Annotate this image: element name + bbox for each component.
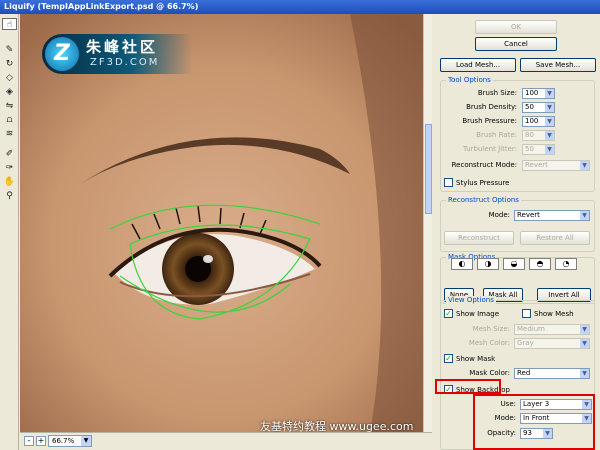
- window-title: Liquify (TempIAppLinkExport.psd @ 66.7%): [0, 0, 600, 14]
- mesh-color-value: Gray: [517, 339, 534, 347]
- reconstruct-mode2-value: Revert: [517, 211, 540, 219]
- load-mesh-button[interactable]: Load Mesh...: [440, 58, 516, 72]
- chevron-down-icon[interactable]: ▼: [580, 211, 589, 220]
- cancel-button[interactable]: Cancel: [475, 37, 557, 51]
- backdrop-settings-highlight: [473, 394, 595, 450]
- brush-density-value: 50: [525, 103, 534, 111]
- brush-pressure-label: Brush Pressure:: [462, 117, 517, 125]
- mesh-color-select: Gray ▼: [514, 338, 590, 349]
- save-mesh-button[interactable]: Save Mesh...: [520, 58, 596, 72]
- chevron-down-icon[interactable]: ▼: [545, 103, 554, 112]
- mask-replace-icon[interactable]: ◐: [451, 258, 473, 270]
- show-mesh-label: Show Mesh: [534, 310, 574, 318]
- show-mask-label: Show Mask: [456, 355, 496, 363]
- reconstruct-mode-label: Reconstruct Mode:: [451, 161, 517, 169]
- mask-color-value: Red: [517, 369, 531, 377]
- brush-density-label: Brush Density:: [466, 103, 517, 111]
- mask-color-label: Mask Color:: [469, 369, 510, 377]
- reconstruct-mode-select: Revert ▼: [522, 160, 590, 171]
- zoom-in-button[interactable]: +: [36, 436, 46, 446]
- brush-pressure-field[interactable]: 100 ▼: [522, 116, 555, 127]
- show-image-label: Show Image: [456, 310, 500, 318]
- reconstruct-mode2-select[interactable]: Revert ▼: [514, 210, 590, 221]
- stylus-pressure-label: Stylus Pressure: [456, 179, 510, 187]
- mesh-size-select: Medium ▼: [514, 324, 590, 335]
- zoom-select[interactable]: 66.7% ▼: [48, 435, 92, 447]
- mask-subtract-icon[interactable]: ◒: [503, 258, 525, 270]
- reconstruct-options-title: Reconstruct Options: [446, 196, 521, 204]
- reconstruct-options-group: Reconstruct Options Mode: Revert ▼ Recons…: [440, 196, 595, 252]
- stylus-pressure-checkbox[interactable]: [444, 178, 453, 187]
- mask-invert-icon[interactable]: ◔: [555, 258, 577, 270]
- push-left-icon[interactable]: ⇋: [2, 100, 17, 112]
- brush-rate-label: Brush Rate:: [476, 131, 517, 139]
- mesh-color-label: Mesh Color:: [468, 339, 510, 347]
- brush-size-label: Brush Size:: [477, 89, 517, 97]
- tool-bar: ☝ ✎ ↻ ◇ ◈ ⇋ ⩍ ≋ ✐ ✑ ✋ ⚲: [0, 14, 19, 450]
- thaw-mask-icon[interactable]: ✑: [2, 162, 17, 174]
- scrollbar-thumb[interactable]: [425, 124, 432, 214]
- chevron-down-icon: ▼: [580, 339, 589, 348]
- freeze-mask-icon[interactable]: ✐: [2, 148, 17, 160]
- bloat-icon[interactable]: ◈: [2, 86, 17, 98]
- canvas-vertical-scrollbar[interactable]: [423, 14, 432, 432]
- zoom-icon[interactable]: ⚲: [2, 190, 17, 202]
- chevron-down-icon[interactable]: ▼: [545, 89, 554, 98]
- pucker-icon[interactable]: ◇: [2, 72, 17, 84]
- tool-options-title: Tool Options: [446, 76, 493, 84]
- zoom-value: 66.7%: [52, 437, 75, 445]
- chevron-down-icon: ▼: [545, 145, 554, 154]
- brush-rate-value: 80: [525, 131, 534, 139]
- show-backdrop-highlight: [435, 379, 501, 394]
- brush-size-field[interactable]: 100 ▼: [522, 88, 555, 99]
- site-logo: Z 朱峰社区 ZF3D.COM: [42, 34, 192, 74]
- ok-button[interactable]: OK: [475, 20, 557, 34]
- status-bar: - + 66.7% ▼: [20, 432, 432, 450]
- mirror-icon[interactable]: ⩍: [2, 114, 17, 126]
- show-mask-checkbox[interactable]: ✓: [444, 354, 453, 363]
- reconstruct-mode-value: Revert: [525, 161, 548, 169]
- turbulent-jitter-label: Turbulent Jitter:: [463, 145, 517, 153]
- show-mesh-checkbox[interactable]: [522, 309, 531, 318]
- mask-color-select[interactable]: Red ▼: [514, 368, 590, 379]
- brush-size-value: 100: [525, 89, 539, 97]
- logo-chinese-text: 朱峰社区: [86, 38, 159, 56]
- mesh-size-value: Medium: [517, 325, 545, 333]
- eye-image: [20, 14, 423, 432]
- reconstruct-icon[interactable]: ✎: [2, 44, 17, 56]
- turbulence-icon[interactable]: ≋: [2, 128, 17, 140]
- view-options-title: View Options: [446, 296, 496, 304]
- chevron-down-icon: ▼: [580, 325, 589, 334]
- mesh-size-label: Mesh Size:: [472, 325, 510, 333]
- logo-badge: Z: [45, 37, 79, 71]
- chevron-down-icon[interactable]: ▼: [545, 117, 554, 126]
- chevron-down-icon[interactable]: ▼: [580, 369, 589, 378]
- mask-add-icon[interactable]: ◑: [477, 258, 499, 270]
- show-image-checkbox[interactable]: ✓: [444, 309, 453, 318]
- reconstruct-mode2-label: Mode:: [488, 211, 510, 219]
- turbulent-jitter-value: 50: [525, 145, 534, 153]
- chevron-down-icon: ▼: [580, 161, 589, 170]
- twirl-icon[interactable]: ↻: [2, 58, 17, 70]
- turbulent-jitter-field: 50 ▼: [522, 144, 555, 155]
- restore-all-button[interactable]: Restore All: [520, 231, 590, 245]
- warp-icon[interactable]: ☝: [2, 18, 17, 30]
- brush-pressure-value: 100: [525, 117, 539, 125]
- chevron-down-icon: ▼: [545, 131, 554, 140]
- brush-rate-field: 80 ▼: [522, 130, 555, 141]
- options-panel: OK Cancel Load Mesh... Save Mesh... Tool…: [433, 14, 600, 450]
- reconstruct-button[interactable]: Reconstruct: [444, 231, 514, 245]
- image-canvas[interactable]: Z 朱峰社区 ZF3D.COM: [20, 14, 423, 432]
- hand-icon[interactable]: ✋: [2, 176, 17, 188]
- brush-density-field[interactable]: 50 ▼: [522, 102, 555, 113]
- tool-options-group: Tool Options Brush Size: 100 ▼ Brush Dens…: [440, 76, 595, 192]
- chevron-down-icon: ▼: [81, 436, 91, 446]
- zoom-out-button[interactable]: -: [24, 436, 34, 446]
- mask-intersect-icon[interactable]: ◓: [529, 258, 551, 270]
- logo-domain-text: ZF3D.COM: [90, 57, 160, 68]
